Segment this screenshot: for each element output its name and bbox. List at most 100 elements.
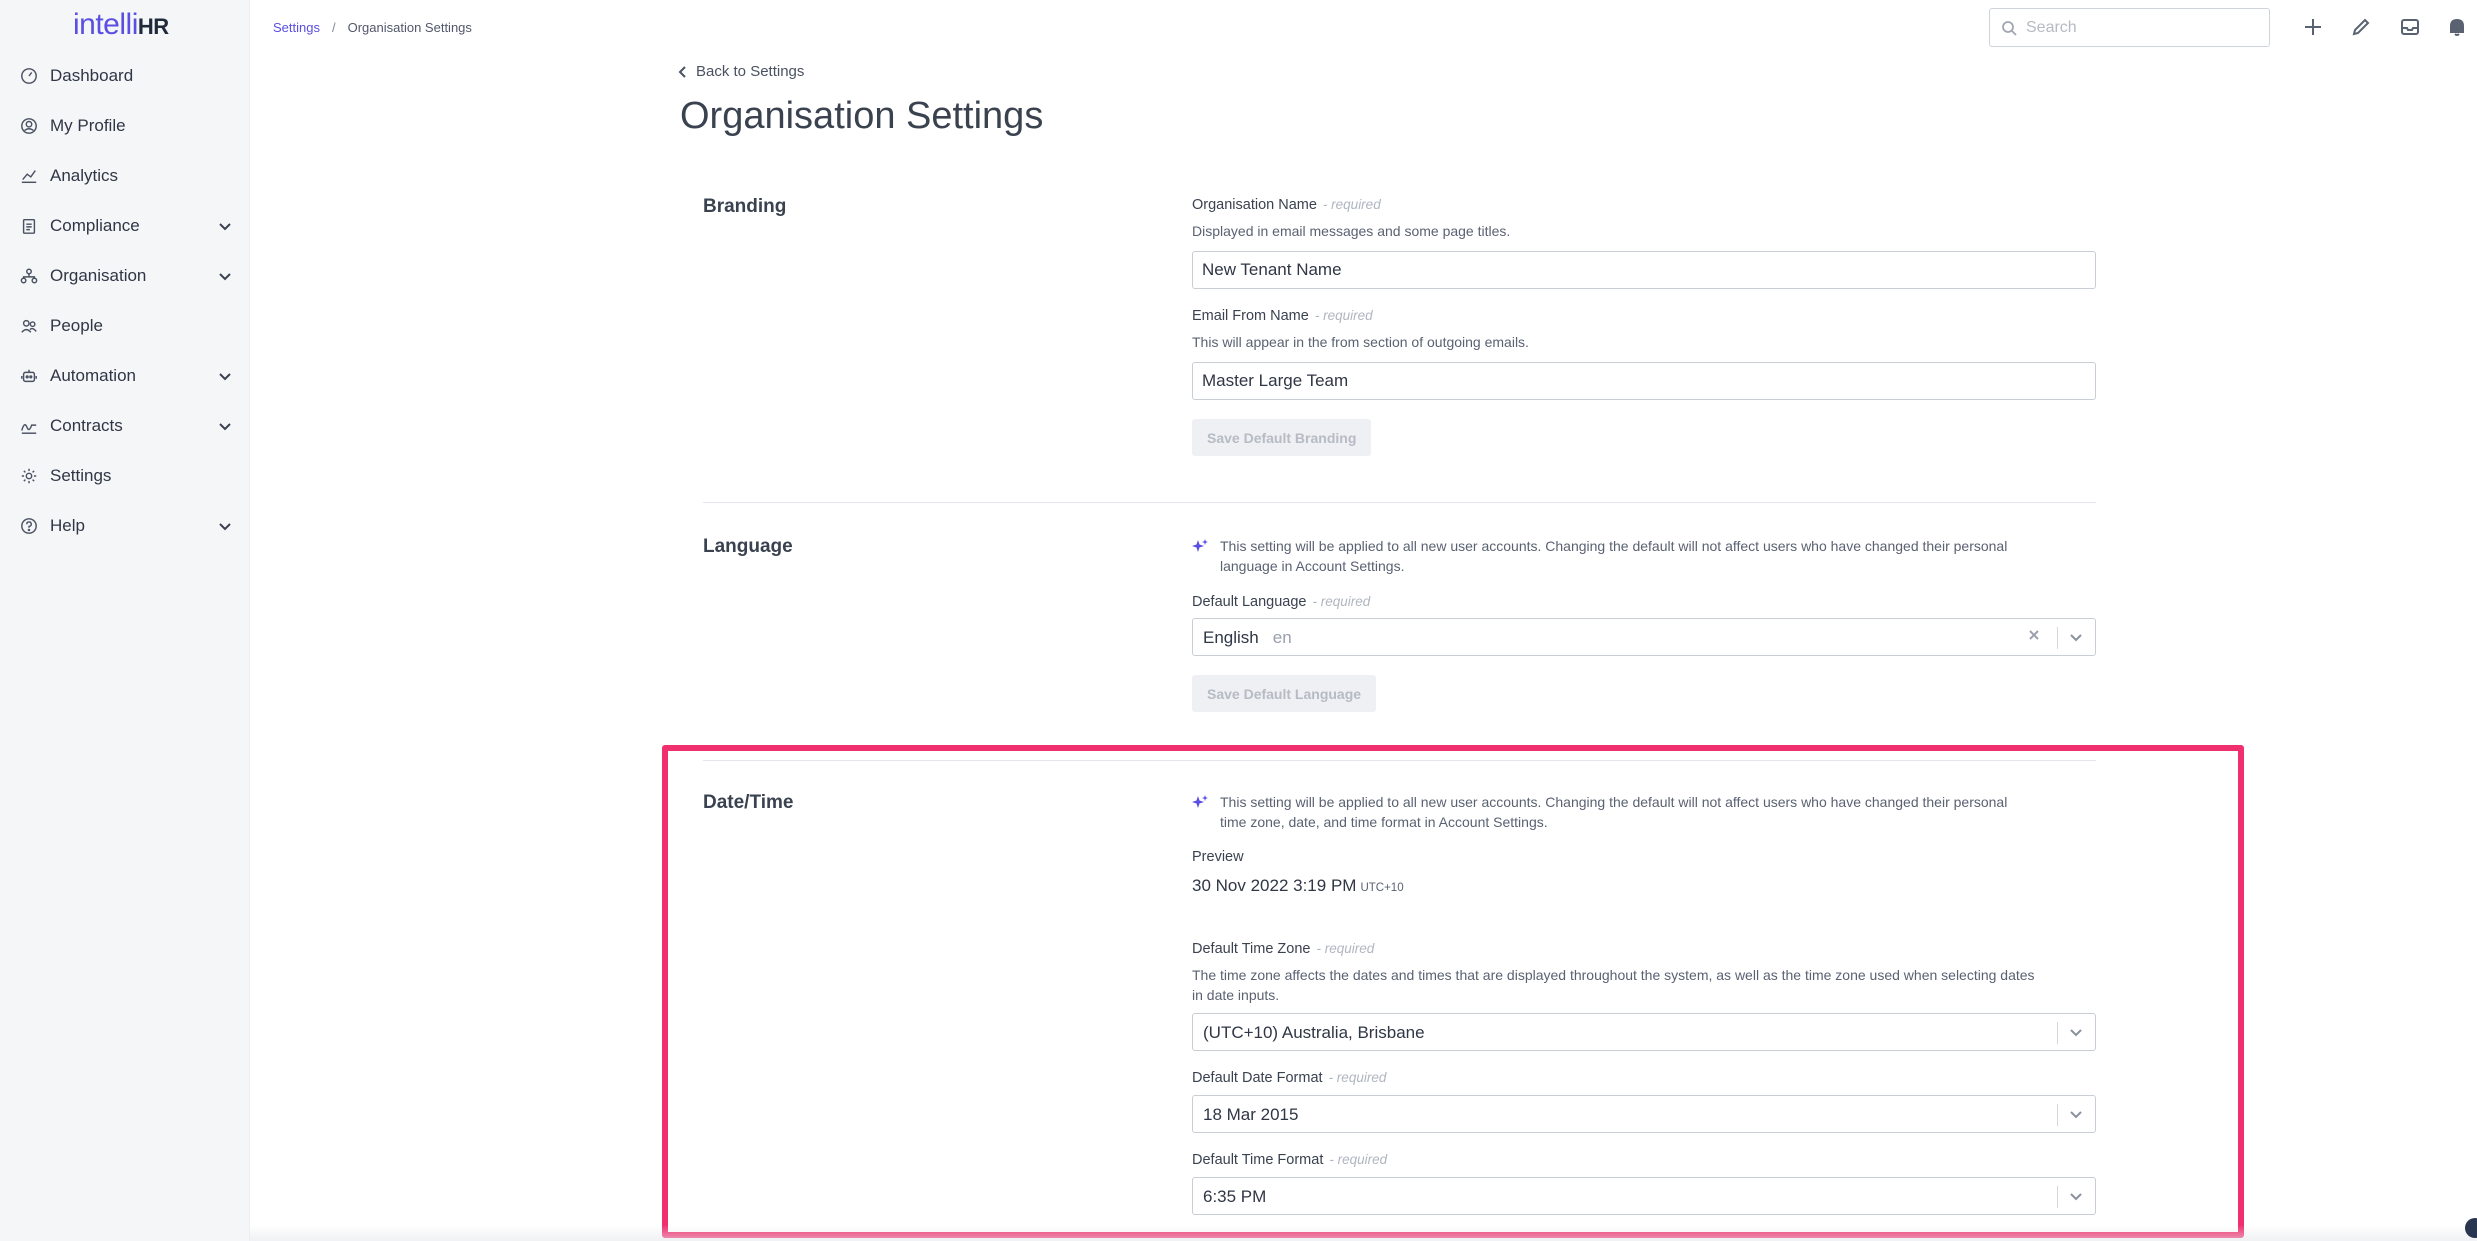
- language-name: English: [1203, 628, 1259, 647]
- select-separator: [2057, 1104, 2058, 1126]
- chevron-down-icon[interactable]: [2068, 629, 2086, 647]
- sidebar-item-dashboard[interactable]: Dashboard: [0, 54, 250, 98]
- required-hint: - required: [1328, 1070, 1387, 1085]
- bottom-shadow: [250, 1225, 2477, 1241]
- inbox-icon[interactable]: [2397, 14, 2423, 40]
- language-info-text: This setting will be applied to all new …: [1220, 536, 2100, 576]
- sidebar: intelliHR Dashboard My Profile Analytics…: [0, 0, 250, 1241]
- required-hint: - required: [1312, 594, 1371, 609]
- chevron-left-icon: [678, 65, 686, 78]
- language-section-title: Language: [703, 536, 793, 557]
- default-date-format-select[interactable]: 18 Mar 2015: [1192, 1095, 2096, 1133]
- default-timezone-label-text: Default Time Zone: [1192, 941, 1311, 957]
- sidebar-item-label: Dashboard: [50, 66, 134, 85]
- chevron-down-icon[interactable]: [2068, 1106, 2086, 1124]
- sidebar-item-label: Settings: [50, 466, 112, 485]
- datetime-preview: 30 Nov 2022 3:19 PM UTC+10: [1192, 876, 1404, 896]
- select-value: (UTC+10) Australia, Brisbane: [1203, 1023, 1425, 1042]
- logo-text-intelli: intelli: [73, 8, 138, 41]
- save-default-branding-button[interactable]: Save Default Branding: [1192, 419, 1372, 456]
- datetime-section-title: Date/Time: [703, 792, 794, 813]
- breadcrumb-separator: /: [331, 20, 336, 35]
- email-from-help: This will appear in the from section of …: [1192, 334, 1529, 350]
- org-name-label: Organisation Name - required: [1192, 197, 1381, 213]
- select-value: 6:35 PM: [1203, 1187, 1267, 1206]
- timezone-help-line: in date inputs.: [1192, 987, 1280, 1003]
- logo-text-hr: HR: [137, 14, 169, 39]
- page-title: Organisation Settings: [680, 95, 1044, 137]
- sidebar-item-analytics[interactable]: Analytics: [0, 154, 250, 198]
- datetime-info-line: time zone, date, and time format in Acco…: [1220, 814, 1548, 830]
- preview-timezone: UTC+10: [1360, 882, 1404, 894]
- sidebar-item-automation[interactable]: Automation: [0, 354, 250, 398]
- sidebar-item-help[interactable]: Help: [0, 504, 250, 548]
- email-from-input[interactable]: [1192, 362, 2096, 400]
- branding-section-title: Branding: [703, 196, 787, 217]
- sidebar-item-label: My Profile: [50, 116, 126, 135]
- select-value: English en: [1203, 628, 1292, 648]
- save-default-language-button[interactable]: Save Default Language: [1192, 675, 1377, 712]
- default-language-label: Default Language - required: [1192, 594, 1370, 610]
- sidebar-item-compliance[interactable]: Compliance: [0, 204, 250, 248]
- sidebar-item-label: Compliance: [50, 216, 140, 235]
- sidebar-item-organisation[interactable]: Organisation: [0, 254, 250, 298]
- select-separator: [2057, 1022, 2058, 1044]
- preview-label: Preview: [1192, 849, 1244, 865]
- chevron-down-icon[interactable]: [2068, 1024, 2086, 1042]
- select-separator: [2057, 1186, 2058, 1208]
- select-value: 18 Mar 2015: [1203, 1105, 1299, 1124]
- breadcrumb: Settings / Organisation Settings: [273, 20, 472, 35]
- chevron-down-icon[interactable]: [216, 267, 234, 285]
- default-timezone-select[interactable]: (UTC+10) Australia, Brisbane: [1192, 1013, 2096, 1051]
- back-link-label: Back to Settings: [696, 63, 805, 80]
- sidebar-item-my-profile[interactable]: My Profile: [0, 104, 250, 148]
- required-hint: - required: [1322, 197, 1381, 212]
- chevron-down-icon[interactable]: [216, 517, 234, 535]
- bell-icon[interactable]: [2444, 14, 2470, 40]
- gauge-icon: [19, 66, 39, 86]
- chevron-down-icon[interactable]: [2068, 1188, 2086, 1206]
- sidebar-item-label: Analytics: [50, 166, 119, 185]
- sparkle-icon: [1191, 794, 1209, 812]
- language-info-line: language in Account Settings.: [1220, 558, 1405, 574]
- timezone-help-line: The time zone affects the dates and time…: [1192, 967, 2035, 983]
- required-hint: - required: [1314, 308, 1373, 323]
- default-date-format-label: Default Date Format - required: [1192, 1070, 1386, 1086]
- sparkle-icon: [1191, 538, 1209, 556]
- email-from-label: Email From Name - required: [1192, 308, 1373, 324]
- clear-icon[interactable]: [2027, 628, 2045, 646]
- people-icon: [19, 316, 39, 336]
- org-name-input[interactable]: [1192, 251, 2096, 289]
- org-name-help: Displayed in email messages and some pag…: [1192, 223, 1511, 239]
- language-code: en: [1272, 628, 1292, 647]
- default-language-select[interactable]: English en: [1192, 618, 2096, 656]
- sidebar-item-settings[interactable]: Settings: [0, 454, 250, 498]
- email-from-label-text: Email From Name: [1192, 308, 1309, 324]
- sidebar-item-label: Contracts: [50, 416, 123, 435]
- intellihr-logo[interactable]: intelliHR: [73, 8, 169, 42]
- sidebar-item-people[interactable]: People: [0, 304, 250, 348]
- datetime-info-text: This setting will be applied to all new …: [1220, 792, 2100, 832]
- add-icon[interactable]: [2300, 14, 2326, 40]
- chevron-down-icon[interactable]: [216, 417, 234, 435]
- chevron-down-icon[interactable]: [216, 217, 234, 235]
- user-circle-icon: [19, 116, 39, 136]
- section-divider: [703, 760, 2096, 761]
- chart-icon: [19, 166, 39, 186]
- search-icon: [2001, 20, 2017, 36]
- search-box[interactable]: [1989, 8, 2270, 47]
- default-time-format-label-text: Default Time Format: [1192, 1152, 1324, 1168]
- default-date-format-label-text: Default Date Format: [1192, 1070, 1323, 1086]
- chevron-down-icon[interactable]: [216, 367, 234, 385]
- required-hint: - required: [1316, 941, 1375, 956]
- pencil-icon[interactable]: [2348, 14, 2374, 40]
- sidebar-item-label: People: [50, 316, 103, 335]
- gear-icon: [19, 466, 39, 486]
- sidebar-item-label: Organisation: [50, 266, 147, 285]
- sidebar-item-contracts[interactable]: Contracts: [0, 404, 250, 448]
- default-time-format-select[interactable]: 6:35 PM: [1192, 1177, 2096, 1215]
- preview-value: 30 Nov 2022 3:19 PM: [1192, 876, 1357, 895]
- breadcrumb-settings-link[interactable]: Settings: [273, 20, 320, 35]
- search-input[interactable]: [2026, 17, 2256, 39]
- back-to-settings-link[interactable]: Back to Settings: [678, 63, 804, 80]
